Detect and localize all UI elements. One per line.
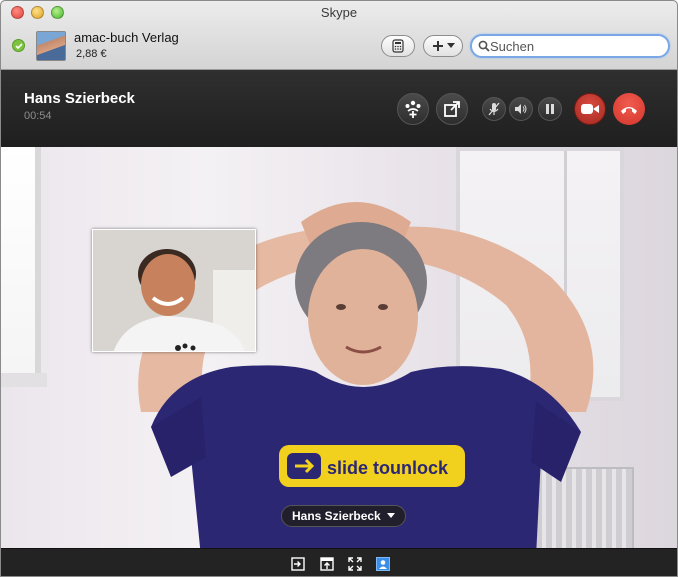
- hold-button[interactable]: [538, 97, 562, 121]
- pause-icon: [546, 104, 554, 114]
- share-icon: [444, 101, 460, 117]
- microphone-muted-icon: [488, 102, 500, 116]
- add-button[interactable]: [423, 35, 463, 57]
- search-field[interactable]: [470, 34, 670, 58]
- share-screen-button[interactable]: [436, 93, 468, 125]
- fullscreen-icon[interactable]: [348, 557, 362, 571]
- self-view-video[interactable]: [92, 229, 256, 352]
- hang-up-icon: [621, 107, 637, 114]
- video-bottom-bar: [1, 548, 677, 576]
- call-duration: 00:54: [24, 110, 52, 122]
- remote-video[interactable]: slide tounlock Hans Szierbeck: [1, 147, 677, 548]
- exit-call-view-icon[interactable]: [291, 557, 305, 571]
- room-window: [1, 147, 47, 387]
- online-status-icon[interactable]: [12, 39, 25, 52]
- search-input[interactable]: [490, 38, 660, 54]
- title-toolbar: Skype amac-buch Verlag 2,88 €: [1, 1, 677, 70]
- self-view-toggle-icon[interactable]: [376, 557, 390, 571]
- video-toggle-button[interactable]: [574, 93, 606, 125]
- add-participants-button[interactable]: [397, 93, 429, 125]
- local-person: [93, 230, 255, 351]
- participant-name-menu[interactable]: Hans Szierbeck: [281, 505, 406, 527]
- shirt-text: slide tounlock: [327, 458, 449, 478]
- plus-icon: [432, 41, 443, 51]
- chevron-down-icon: [386, 513, 395, 518]
- add-people-icon: [405, 100, 421, 118]
- avatar[interactable]: [36, 31, 66, 61]
- end-call-button[interactable]: [613, 93, 645, 125]
- chevron-down-icon: [446, 43, 455, 48]
- dial-phone-button[interactable]: [381, 35, 415, 57]
- speaker-icon: [515, 104, 527, 114]
- skype-credit: 2,88 €: [76, 48, 107, 60]
- caller-name: Hans Szierbeck: [24, 90, 135, 107]
- mute-button[interactable]: [482, 97, 506, 121]
- dialpad-icon: [392, 39, 404, 53]
- profile-name[interactable]: amac-buch Verlag: [74, 30, 179, 45]
- window-title: Skype: [320, 5, 358, 20]
- search-icon: [478, 40, 490, 52]
- video-camera-icon: [581, 104, 599, 114]
- volume-button[interactable]: [509, 97, 533, 121]
- call-header: Hans Szierbeck 00:54: [1, 70, 677, 147]
- skype-window: Skype amac-buch Verlag 2,88 € Suchen Han…: [0, 0, 678, 577]
- move-up-icon[interactable]: [320, 557, 334, 571]
- participant-name: Hans Szierbeck: [292, 509, 381, 523]
